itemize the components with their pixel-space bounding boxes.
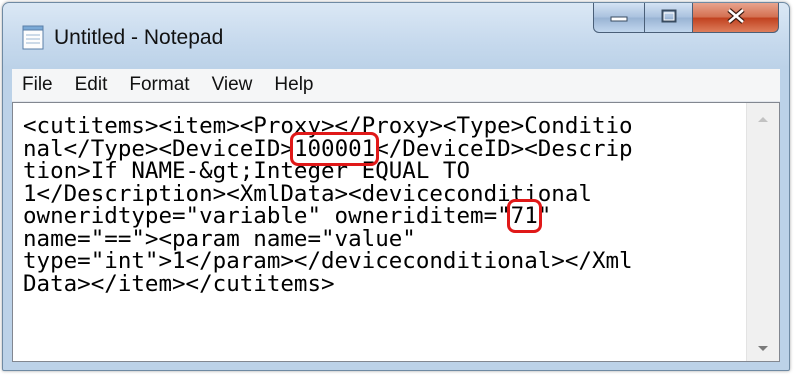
minimize-icon (610, 8, 628, 27)
title-bar[interactable]: Untitled - Notepad (3, 3, 789, 69)
scroll-up-arrow-icon (757, 108, 769, 127)
close-icon (726, 7, 745, 28)
minimize-button[interactable] (593, 3, 645, 33)
caption-buttons (593, 3, 779, 33)
scroll-up-button[interactable] (747, 103, 779, 131)
text-line: 1</Description><XmlData><devicecondition… (23, 182, 747, 206)
text-segment: Data></item></cutitems> (23, 270, 335, 297)
text-line: name="=="><param name="value" (23, 227, 747, 251)
menu-edit[interactable]: Edit (65, 74, 118, 96)
scroll-down-arrow-icon (757, 338, 769, 357)
highlighted-value: 71 (506, 199, 542, 233)
menu-help[interactable]: Help (264, 74, 323, 96)
text-line: type="int">1</param></deviceconditional>… (23, 250, 747, 273)
menu-view[interactable]: View (202, 74, 263, 96)
maximize-button[interactable] (645, 3, 693, 33)
vertical-scrollbar[interactable] (746, 103, 779, 361)
text-line: <cutitems><item><Proxy></Proxy><Type>Con… (23, 115, 747, 138)
close-button[interactable] (693, 3, 779, 33)
menu-format[interactable]: Format (119, 74, 199, 96)
text-editor[interactable]: <cutitems><item><Proxy></Proxy><Type>Con… (12, 102, 780, 362)
window-title: Untitled - Notepad (54, 26, 224, 49)
text-segment: " (537, 203, 552, 229)
text-line: tion>If NAME-&gt;Integer EQUAL TO (23, 160, 747, 183)
notepad-window: Untitled - Notepad File Edit Format View… (2, 2, 790, 371)
scroll-down-button[interactable] (747, 333, 779, 361)
text-line: Data></item></cutitems> (23, 270, 747, 297)
notepad-icon[interactable] (22, 25, 44, 50)
menu-file[interactable]: File (12, 74, 63, 96)
maximize-icon (661, 8, 677, 27)
text-line: owneridtype="variable" owneriditem="71" (23, 199, 747, 233)
text-area[interactable]: <cutitems><item><Proxy></Proxy><Type>Con… (13, 103, 747, 361)
text-line: nal</Type><DeviceID>100001</DeviceID><De… (23, 131, 747, 166)
menu-bar: File Edit Format View Help (12, 69, 780, 102)
